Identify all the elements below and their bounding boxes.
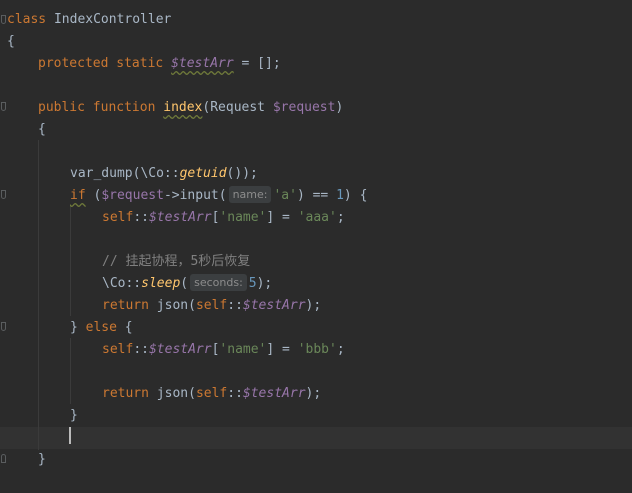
- brace: }: [38, 452, 46, 467]
- string: 'bbb': [297, 342, 337, 357]
- code-text: ] =: [266, 210, 298, 225]
- code-editor[interactable]: class IndexController { protected static…: [0, 0, 632, 493]
- keyword: return: [102, 386, 149, 401]
- keyword: static: [116, 56, 164, 71]
- code-text: json(: [148, 386, 196, 401]
- code-text: ::: [133, 210, 149, 225]
- number: 1: [336, 188, 344, 203]
- text-caret: [69, 427, 71, 444]
- keyword: self: [195, 386, 228, 401]
- code-text: = [];: [233, 56, 281, 71]
- code-text: ::: [227, 298, 243, 313]
- keyword: if: [70, 188, 86, 203]
- keyword: function: [92, 100, 156, 115]
- code-text: ::: [227, 386, 243, 401]
- code-line-if[interactable]: if ($request->input(name:'a') == 1) {: [70, 185, 367, 207]
- keyword: else: [85, 320, 117, 335]
- indent-guide: [38, 140, 39, 450]
- fold-marker-icon[interactable]: [1, 322, 6, 331]
- variable: $testArr: [171, 56, 234, 71]
- code-line[interactable]: }: [38, 449, 46, 471]
- code-line-class-declaration[interactable]: class IndexController: [7, 9, 171, 31]
- variable: $request: [272, 100, 336, 115]
- current-line-highlight: [0, 427, 632, 449]
- brace: }: [70, 408, 78, 423]
- code-text: ;: [336, 210, 345, 225]
- fold-marker-icon[interactable]: [1, 102, 6, 111]
- variable: $testArr: [242, 298, 306, 313]
- code-text: {: [116, 320, 133, 335]
- code-text: ) {: [343, 188, 368, 203]
- code-text: (: [180, 276, 189, 291]
- code-line-property[interactable]: protected static $testArr = [];: [38, 53, 281, 75]
- code-line-comment[interactable]: // 挂起协程，5秒后恢复: [102, 251, 250, 273]
- fold-marker-icon[interactable]: [1, 15, 6, 24]
- keyword: protected: [38, 56, 109, 71]
- brace: {: [7, 34, 15, 49]
- variable: $testArr: [148, 210, 212, 225]
- function-name: sleep: [141, 276, 181, 291]
- code-line[interactable]: {: [7, 31, 15, 53]
- parameter-hint: seconds:: [190, 274, 247, 291]
- code-line[interactable]: var_dump(\Co::getuid());: [70, 163, 258, 185]
- code-line[interactable]: self::$testArr['name'] = 'bbb';: [102, 339, 345, 361]
- keyword: self: [102, 342, 134, 357]
- function-name: index: [163, 100, 203, 115]
- string: 'aaa': [297, 210, 337, 225]
- code-text: );: [305, 386, 322, 401]
- code-line[interactable]: {: [38, 119, 46, 141]
- code-text: }: [70, 320, 86, 335]
- code-text: (: [85, 188, 102, 203]
- code-line[interactable]: }: [70, 405, 78, 427]
- code-text: ): [335, 100, 344, 115]
- keyword: self: [195, 298, 228, 313]
- code-line-method[interactable]: public function index(Request $request): [38, 97, 343, 119]
- code-text: ;: [336, 342, 345, 357]
- number: 5: [248, 276, 257, 291]
- variable: $testArr: [242, 386, 306, 401]
- code-text: );: [256, 276, 273, 291]
- code-text: ::: [133, 342, 149, 357]
- code-text: (Request: [202, 100, 273, 115]
- keyword: public: [38, 100, 85, 115]
- fold-marker-icon[interactable]: [1, 190, 6, 199]
- indent-guide: [70, 338, 71, 404]
- code-line-return[interactable]: return json(self::$testArr);: [102, 383, 321, 405]
- function-name: getuid: [179, 166, 227, 181]
- keyword: class: [7, 12, 47, 27]
- code-text: ) ==: [296, 188, 337, 203]
- string: 'a': [273, 188, 297, 203]
- indent-guide: [70, 206, 71, 316]
- string: 'name': [219, 342, 267, 357]
- keyword: return: [102, 298, 149, 313]
- code-line-else[interactable]: } else {: [70, 317, 133, 339]
- code-text: json(: [148, 298, 196, 313]
- code-text: ] =: [266, 342, 298, 357]
- code-text: ->input(: [163, 188, 227, 203]
- code-text: var_dump(\Co::: [70, 166, 180, 181]
- variable: $request: [101, 188, 164, 203]
- keyword: self: [102, 210, 134, 225]
- string: 'name': [219, 210, 267, 225]
- code-line-current[interactable]: [69, 427, 71, 449]
- code-text: ());: [226, 166, 258, 181]
- variable: $testArr: [148, 342, 212, 357]
- code-line[interactable]: self::$testArr['name'] = 'aaa';: [102, 207, 345, 229]
- comment: // 挂起协程，5秒后恢复: [102, 254, 251, 269]
- fold-marker-icon[interactable]: [1, 454, 6, 463]
- code-line[interactable]: \Co::sleep(seconds: 5);: [102, 273, 272, 295]
- parameter-hint: name:: [228, 186, 272, 203]
- code-line-return[interactable]: return json(self::$testArr);: [102, 295, 321, 317]
- brace: {: [38, 122, 46, 137]
- code-text: \Co::: [102, 276, 142, 291]
- code-text: );: [305, 298, 322, 313]
- class-name: IndexController: [53, 12, 172, 27]
